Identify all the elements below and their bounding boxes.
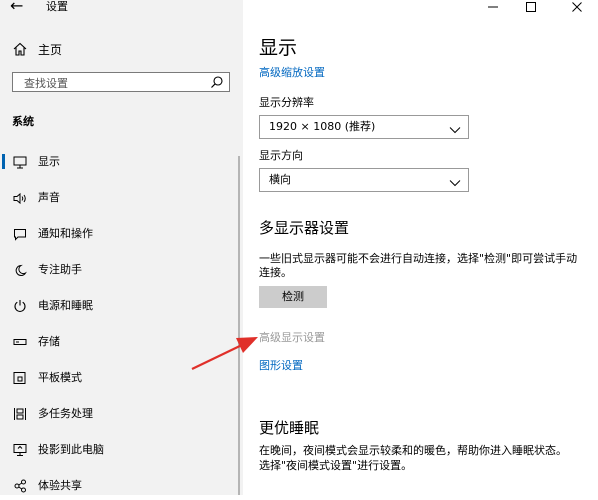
app-title: 设置 <box>46 0 68 13</box>
search-icon[interactable] <box>210 75 224 89</box>
sidebar-item-project-to-pc[interactable]: 投影到此电脑 <box>0 436 236 464</box>
sidebar-item-notifications[interactable]: 通知和操作 <box>0 220 236 248</box>
better-sleep-description: 在晚间，夜间模式会显示较柔和的暖色，帮助你进入睡眠状态。 选择"夜间模式设置"进… <box>259 444 567 472</box>
resolution-value: 1920 × 1080 (推荐) <box>269 120 376 133</box>
active-indicator <box>2 154 5 169</box>
monitor-icon <box>12 154 28 170</box>
orientation-label: 显示方向 <box>259 149 303 162</box>
section-heading: 系统 <box>12 115 34 128</box>
maximize-button[interactable] <box>516 0 546 14</box>
chevron-down-icon <box>449 176 461 187</box>
sidebar-item-label: 电源和睡眠 <box>38 299 93 312</box>
minimize-icon <box>488 6 498 8</box>
better-sleep-heading: 更优睡眠 <box>259 419 320 437</box>
sidebar-item-label: 专注助手 <box>38 263 82 276</box>
sidebar-item-shared-experiences[interactable]: 体验共享 <box>0 472 236 500</box>
sidebar-item-label: 多任务处理 <box>38 407 93 420</box>
power-icon <box>12 298 28 314</box>
sidebar-scrollbar[interactable] <box>238 156 240 495</box>
orientation-value: 横向 <box>269 173 291 186</box>
page-title: 显示 <box>259 37 298 59</box>
graphics-settings-link[interactable]: 图形设置 <box>259 359 303 373</box>
sidebar-item-label: 平板模式 <box>38 371 82 384</box>
back-button[interactable]: ← <box>10 0 23 15</box>
detect-button[interactable]: 检测 <box>259 286 327 308</box>
share-icon <box>12 478 28 494</box>
sidebar-item-label: 投影到此电脑 <box>38 443 104 456</box>
moon-icon <box>12 262 28 278</box>
notification-icon <box>12 226 28 242</box>
title-bar: ← 设置 <box>0 0 243 18</box>
sidebar-item-label: 体验共享 <box>38 479 82 492</box>
close-button[interactable] <box>562 0 592 14</box>
sidebar-item-power-sleep[interactable]: 电源和睡眠 <box>0 292 236 320</box>
multitask-icon <box>12 406 28 422</box>
maximize-icon <box>526 2 536 12</box>
advanced-display-settings-link[interactable]: 高级显示设置 <box>259 331 325 345</box>
sidebar-item-label: 通知和操作 <box>38 227 93 240</box>
multi-display-heading: 多显示器设置 <box>259 219 350 237</box>
sidebar-item-label: 声音 <box>38 191 60 204</box>
home-label: 主页 <box>38 42 63 57</box>
tablet-icon <box>12 370 28 386</box>
multi-display-description: 一些旧式显示器可能不会进行自动连接，选择"检测"即可尝试手动连接。 <box>259 252 578 279</box>
sidebar-item-storage[interactable]: 存储 <box>0 328 236 356</box>
search-box[interactable] <box>12 72 230 92</box>
close-icon <box>572 2 582 12</box>
chevron-down-icon <box>449 123 461 134</box>
orientation-dropdown[interactable]: 横向 <box>259 168 469 192</box>
storage-icon <box>12 334 28 350</box>
minimize-button[interactable] <box>478 0 508 14</box>
resolution-label: 显示分辨率 <box>259 96 314 109</box>
resolution-dropdown[interactable]: 1920 × 1080 (推荐) <box>259 115 469 139</box>
window-controls <box>478 0 598 14</box>
sidebar-item-display[interactable]: 显示 <box>0 148 236 176</box>
search-input[interactable] <box>22 75 206 91</box>
speaker-icon <box>12 190 28 206</box>
home-nav-item[interactable]: 主页 <box>12 40 62 58</box>
sidebar-item-tablet-mode[interactable]: 平板模式 <box>0 364 236 392</box>
sidebar-item-label: 显示 <box>38 155 60 168</box>
sidebar-item-label: 存储 <box>38 335 60 348</box>
sidebar-item-multitasking[interactable]: 多任务处理 <box>0 400 236 428</box>
sidebar-item-sound[interactable]: 声音 <box>0 184 236 212</box>
advanced-scaling-link[interactable]: 高级缩放设置 <box>259 66 325 80</box>
sidebar: ← 设置 主页 系统 显示 声音 通知和操作 <box>0 0 243 495</box>
sidebar-item-focus-assist[interactable]: 专注助手 <box>0 256 236 284</box>
home-icon <box>12 41 28 57</box>
projector-icon <box>12 442 28 458</box>
